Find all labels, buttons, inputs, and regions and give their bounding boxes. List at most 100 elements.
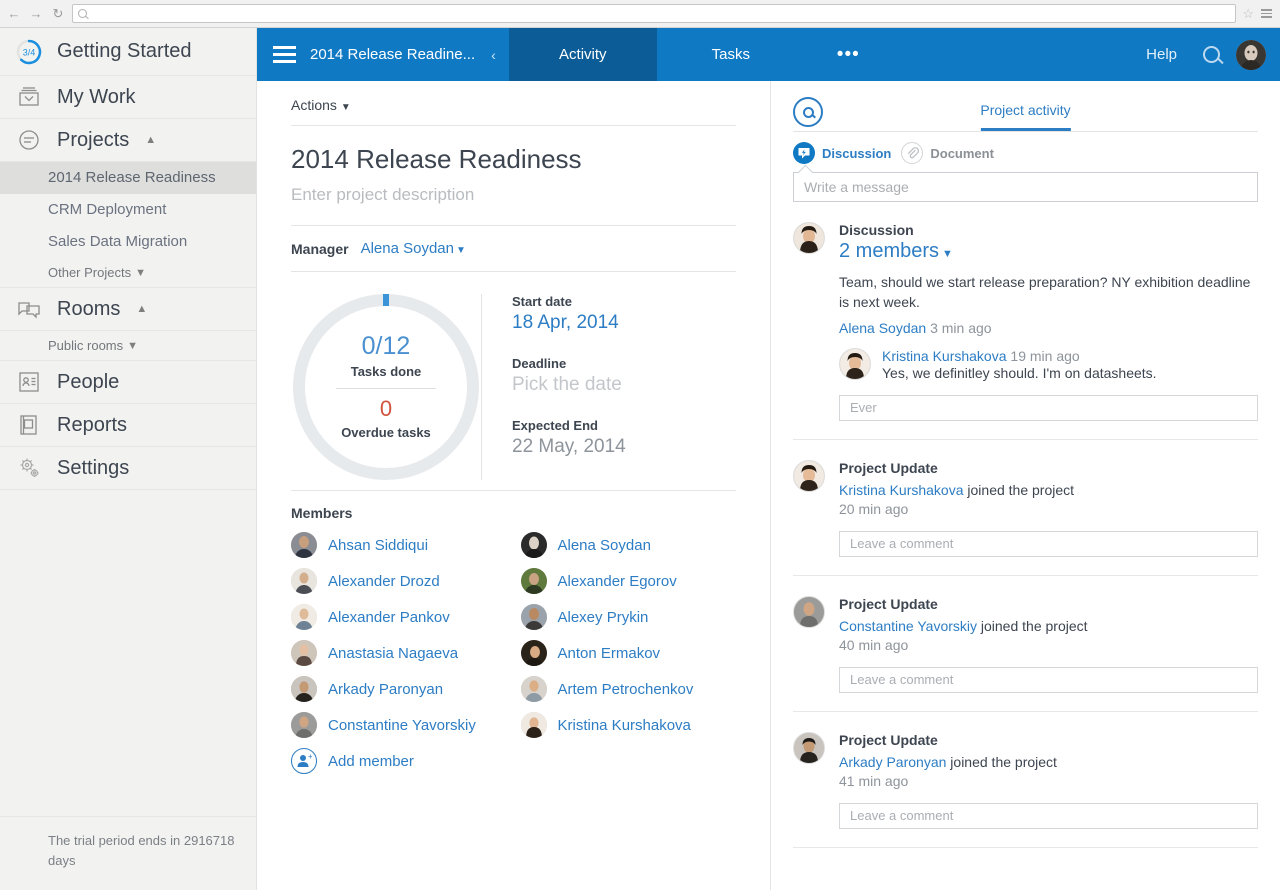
comment-input[interactable]: Leave a comment [839,802,1258,829]
members-grid: Ahsan Siddiqui Alena Soydan Alexander Dr… [291,527,736,779]
browser-url-bar[interactable] [72,4,1237,23]
browser-menu-icon[interactable] [1261,9,1272,18]
actions-dropdown[interactable]: Actions ▼ [291,81,736,125]
sidebar-item-settings[interactable]: Settings [0,447,256,490]
topbar-avatar[interactable] [1232,28,1280,81]
list-item[interactable]: Anastasia Nagaeva [291,635,507,671]
list-item[interactable]: Alena Soydan [520,527,737,563]
chevron-down-icon-public-rooms[interactable]: ▼ [127,340,138,352]
gear-icon [14,453,44,483]
hamburger-icon[interactable] [273,46,296,63]
feed-line: Kristina Kurshakova joined the project [839,476,1258,498]
feed-action: joined the project [946,753,1057,770]
sidebar: 3/4 Getting Started My Work Projects ▲ 2… [0,28,257,890]
member-name: Anton Ermakov [557,644,661,662]
list-item: Project Update Constantine Yavorskiy joi… [793,576,1258,712]
help-link[interactable]: Help [1132,28,1191,81]
project-stats: 0/12 Tasks done 0 Overdue tasks Start da… [291,272,736,490]
browser-chrome: ← → ↻ ☆ [0,0,1280,28]
deadline-value[interactable]: Pick the date [512,374,736,418]
sidebar-item-people[interactable]: People [0,361,256,404]
write-message-input[interactable]: Write a message [793,172,1258,202]
feed-actor-link[interactable]: Kristina Kurshakova [839,482,964,498]
project-pane: Actions ▼ 2014 Release Readiness Enter pr… [257,81,770,890]
sidebar-item-projects[interactable]: Projects ▲ [0,119,256,162]
reply-author-link[interactable]: Kristina Kurshakova [882,348,1007,364]
reply-body: Kristina Kurshakova 19 min ago Yes, we d… [882,348,1258,381]
feed-title: Project Update [839,459,938,476]
list-item[interactable]: Constantine Yavorskiy [291,707,507,743]
avatar [520,604,547,630]
list-item[interactable]: Ahsan Siddiqui [291,527,507,563]
list-item[interactable]: Alexander Egorov [520,563,737,599]
tab-activity[interactable]: Activity [508,28,657,81]
sidebar-item-public-rooms[interactable]: Public rooms ▼ [0,331,256,361]
star-icon[interactable]: ☆ [1242,6,1254,22]
sidebar-item-project-sales-data-migration[interactable]: Sales Data Migration [0,226,256,258]
feed-time: 20 min ago [839,500,909,517]
browser-forward-icon[interactable]: → [28,6,44,22]
start-date-value[interactable]: 18 Apr, 2014 [512,312,736,356]
avatar [793,731,825,764]
feed-actor-link[interactable]: Arkady Paronyan [839,754,946,770]
list-item[interactable]: Alexander Drozd [291,563,507,599]
tasks-done-label: Tasks done [350,364,422,379]
comment-input[interactable]: Leave a comment [839,666,1258,693]
write-message-placeholder: Write a message [804,179,909,195]
activity-header: Project activity [793,81,1258,131]
avatar [520,532,547,558]
feed-title: Project Update [839,595,938,612]
feed-author-link[interactable]: Alena Soydan [839,320,926,336]
browser-reload-icon[interactable]: ↻ [50,6,66,22]
main-area: 2014 Release Readine... ‹ Activity Tasks… [257,28,1280,890]
toggle-discussion-label: Discussion [822,145,892,161]
manager-value[interactable]: Alena Soydan ▼ [361,240,466,257]
start-date-label: Start date [512,294,572,309]
toggle-discussion[interactable]: Discussion [793,142,891,164]
feed-action: joined the project [977,617,1088,634]
chevron-down-icon-other-projects[interactable]: ▼ [135,267,146,279]
svg-text:3/4: 3/4 [23,47,36,57]
sidebar-item-my-work[interactable]: My Work [0,76,256,119]
sidebar-item-reports[interactable]: Reports [0,404,256,447]
feed-members-dropdown[interactable]: 2 members ▼ [839,238,1258,263]
sidebar-item-project-2014-release-readiness[interactable]: 2014 Release Readiness [0,162,256,194]
list-item[interactable]: Arkady Paronyan [291,671,507,707]
chevron-up-icon-rooms[interactable]: ▲ [136,303,147,315]
toggle-document[interactable]: Document [901,142,994,164]
feed-actor-link[interactable]: Constantine Yavorskiy [839,618,977,634]
sidebar-item-getting-started[interactable]: 3/4 Getting Started [0,28,256,76]
trial-notice: The trial period ends in 2916718 days [0,816,256,890]
paperclip-icon [901,142,924,164]
topbar-project-switcher[interactable]: 2014 Release Readine... ‹ [257,28,509,81]
browser-back-icon[interactable]: ← [6,6,22,22]
sidebar-item-other-projects[interactable]: Other Projects ▼ [0,258,256,288]
list-item[interactable]: Artem Petrochenkov [520,671,737,707]
comment-input[interactable]: Leave a comment [839,530,1258,557]
content-split: Actions ▼ 2014 Release Readiness Enter pr… [257,81,1280,890]
member-name: Kristina Kurshakova [557,716,691,734]
tab-more-icon[interactable]: ••• [805,28,892,81]
topbar-search-button[interactable] [1191,28,1232,81]
add-member-row[interactable]: + Add member [291,743,507,779]
list-item[interactable]: Alexey Prykin [520,599,737,635]
chevron-up-icon-projects[interactable]: ▲ [145,134,156,146]
sidebar-item-rooms[interactable]: Rooms ▲ [0,288,256,331]
chevron-left-icon[interactable]: ‹ [489,47,496,63]
progress-ring-icon: 3/4 [14,37,44,67]
feed-body: Project Update Kristina Kurshakova joine… [839,460,1258,557]
project-description-placeholder[interactable]: Enter project description [291,177,736,225]
list-item[interactable]: Kristina Kurshakova [520,707,737,743]
reports-icon [14,410,44,440]
page-title: 2014 Release Readiness [291,144,582,174]
other-projects-label: Other Projects [48,265,132,280]
feed-time: 41 min ago [839,772,909,789]
list-item[interactable]: Alexander Pankov [291,599,507,635]
activity-pane: Project activity Discussion Document Wri… [770,81,1280,890]
comment-input[interactable]: Ever [839,394,1258,421]
list-item[interactable]: Anton Ermakov [520,635,737,671]
activity-search-button[interactable] [793,97,823,127]
tab-tasks[interactable]: Tasks [657,28,805,81]
tab-project-activity[interactable]: Project activity [980,102,1071,131]
sidebar-item-project-crm-deployment[interactable]: CRM Deployment [0,194,256,226]
